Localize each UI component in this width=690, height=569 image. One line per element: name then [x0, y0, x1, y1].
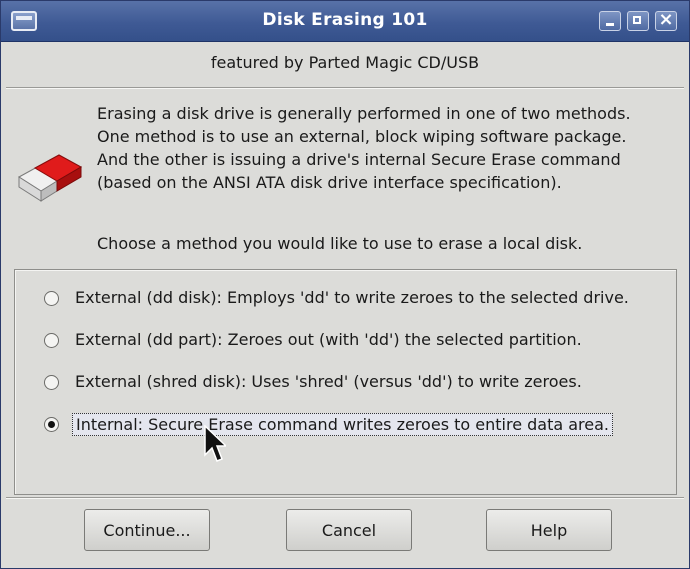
title-bar[interactable]: Disk Erasing 101: [1, 1, 689, 42]
option-dd-part-label[interactable]: External (dd part): Zeroes out (with 'dd…: [72, 329, 585, 350]
minimize-button[interactable]: [599, 11, 621, 31]
eraser-icon: [18, 154, 83, 202]
mouse-pointer-icon: [204, 425, 226, 462]
radio-dd-disk[interactable]: [44, 291, 59, 306]
radio-shred-disk[interactable]: [44, 375, 59, 390]
footer-divider: [6, 497, 684, 499]
close-button[interactable]: [655, 9, 677, 31]
option-dd-disk-label[interactable]: External (dd disk): Employs 'dd' to writ…: [72, 287, 632, 308]
continue-button[interactable]: Continue...: [84, 509, 210, 551]
cancel-button[interactable]: Cancel: [286, 509, 412, 551]
option-secure-erase-label[interactable]: Internal: Secure Erase command writes ze…: [72, 413, 614, 436]
header-divider: [6, 87, 684, 89]
dialog-subtitle: featured by Parted Magic CD/USB: [210, 53, 480, 72]
erase-method-options: External (dd disk): Employs 'dd' to writ…: [14, 269, 677, 495]
radio-secure-erase[interactable]: [44, 417, 59, 432]
radio-dd-part[interactable]: [44, 333, 59, 348]
choose-method-prompt: Choose a method you would like to use to…: [97, 234, 583, 253]
window-title: Disk Erasing 101: [262, 10, 428, 30]
option-shred-disk-label[interactable]: External (shred disk): Uses 'shred' (ver…: [72, 371, 585, 392]
description-text: Erasing a disk drive is generally perfor…: [97, 104, 631, 192]
dialog-window: Disk Erasing 101 featured by Parted Magi…: [0, 0, 690, 569]
maximize-button[interactable]: [627, 11, 649, 31]
help-button[interactable]: Help: [486, 509, 612, 551]
